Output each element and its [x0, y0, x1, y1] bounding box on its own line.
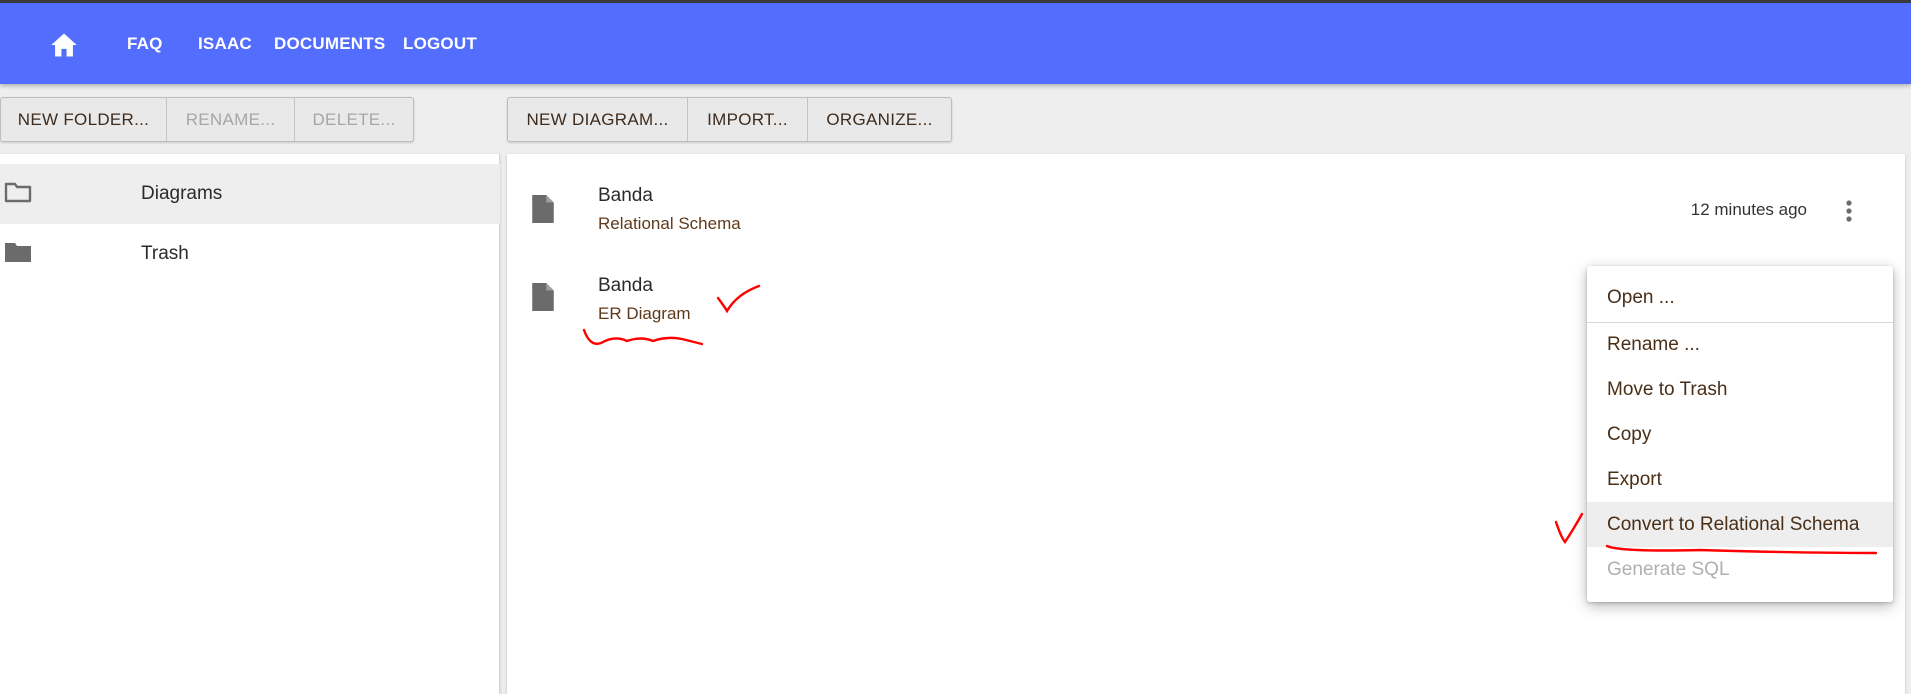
menu-item-rename[interactable]: Rename ...: [1587, 322, 1893, 367]
folder-item-trash[interactable]: Trash: [0, 224, 500, 284]
menu-item-convert-to-relational-schema[interactable]: Convert to Relational Schema: [1587, 502, 1893, 547]
home-icon: [51, 33, 77, 57]
nav-faq-link[interactable]: FAQ: [127, 34, 163, 54]
home-button[interactable]: [48, 31, 80, 59]
menu-item-open[interactable]: Open ...: [1587, 275, 1893, 320]
new-diagram-button[interactable]: NEW DIAGRAM...: [508, 98, 688, 141]
folder-icon: [5, 243, 31, 262]
folder-outline-icon: [4, 182, 32, 203]
document-toolbar: NEW DIAGRAM... IMPORT... ORGANIZE...: [507, 97, 952, 142]
nav-isaac-link[interactable]: ISAAC: [198, 34, 252, 54]
document-type: Relational Schema: [598, 214, 741, 233]
folder-list: Diagrams Trash: [0, 154, 500, 694]
menu-item-copy[interactable]: Copy: [1587, 412, 1893, 457]
nav-documents-link[interactable]: DOCUMENTS: [274, 34, 385, 54]
folder-label: Diagrams: [141, 183, 223, 204]
document-title: Banda: [598, 185, 653, 206]
context-menu: Open ... Rename ... Move to Trash Copy E…: [1587, 266, 1893, 602]
folder-item-diagrams[interactable]: Diagrams: [0, 164, 500, 224]
new-folder-button[interactable]: NEW FOLDER...: [1, 98, 167, 141]
folder-label: Trash: [141, 243, 189, 264]
nav-logout-link[interactable]: LOGOUT: [403, 34, 477, 54]
more-vert-icon: [1846, 200, 1852, 222]
menu-item-generate-sql[interactable]: Generate SQL: [1587, 547, 1893, 592]
file-icon: [532, 283, 554, 311]
menu-item-export[interactable]: Export: [1587, 457, 1893, 502]
folder-toolbar: NEW FOLDER... RENAME... DELETE...: [0, 97, 414, 142]
document-title: Banda: [598, 275, 653, 296]
delete-folder-button[interactable]: DELETE...: [295, 98, 413, 141]
document-modified-time: 12 minutes ago: [1690, 200, 1807, 219]
document-type: ER Diagram: [598, 304, 691, 323]
organize-button[interactable]: ORGANIZE...: [808, 98, 951, 141]
rename-folder-button[interactable]: RENAME...: [167, 98, 295, 141]
document-row[interactable]: Banda Relational Schema 12 minutes ago: [507, 154, 1905, 238]
more-options-button[interactable]: [1837, 195, 1861, 227]
menu-item-move-to-trash[interactable]: Move to Trash: [1587, 367, 1893, 412]
file-icon: [532, 195, 554, 223]
app-bar: FAQ ISAAC DOCUMENTS LOGOUT: [0, 0, 1911, 84]
import-button[interactable]: IMPORT...: [688, 98, 808, 141]
